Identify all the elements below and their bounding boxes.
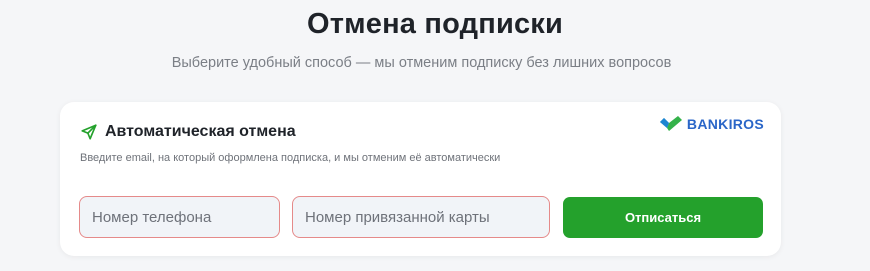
unsubscribe-page: Отмена подписки Выберите удобный способ … [0,0,870,271]
phone-input[interactable] [79,196,280,238]
send-icon [80,123,98,141]
checkmark-logo-icon [659,116,683,132]
auto-cancel-card: Автоматическая отмена BANKIROS Введите e… [60,102,781,256]
brand-logo: BANKIROS [659,116,764,132]
page-title: Отмена подписки [306,8,564,40]
page-subtitle: Выберите удобный способ — мы отменим под… [171,55,672,71]
unsubscribe-button[interactable]: Отписаться [563,197,763,238]
card-number-input[interactable] [292,196,550,238]
card-header: Автоматическая отмена [80,123,296,141]
card-title: Автоматическая отмена [105,123,296,140]
brand-name: BANKIROS [686,116,764,132]
card-description: Введите email, на который оформлена подп… [80,152,501,164]
